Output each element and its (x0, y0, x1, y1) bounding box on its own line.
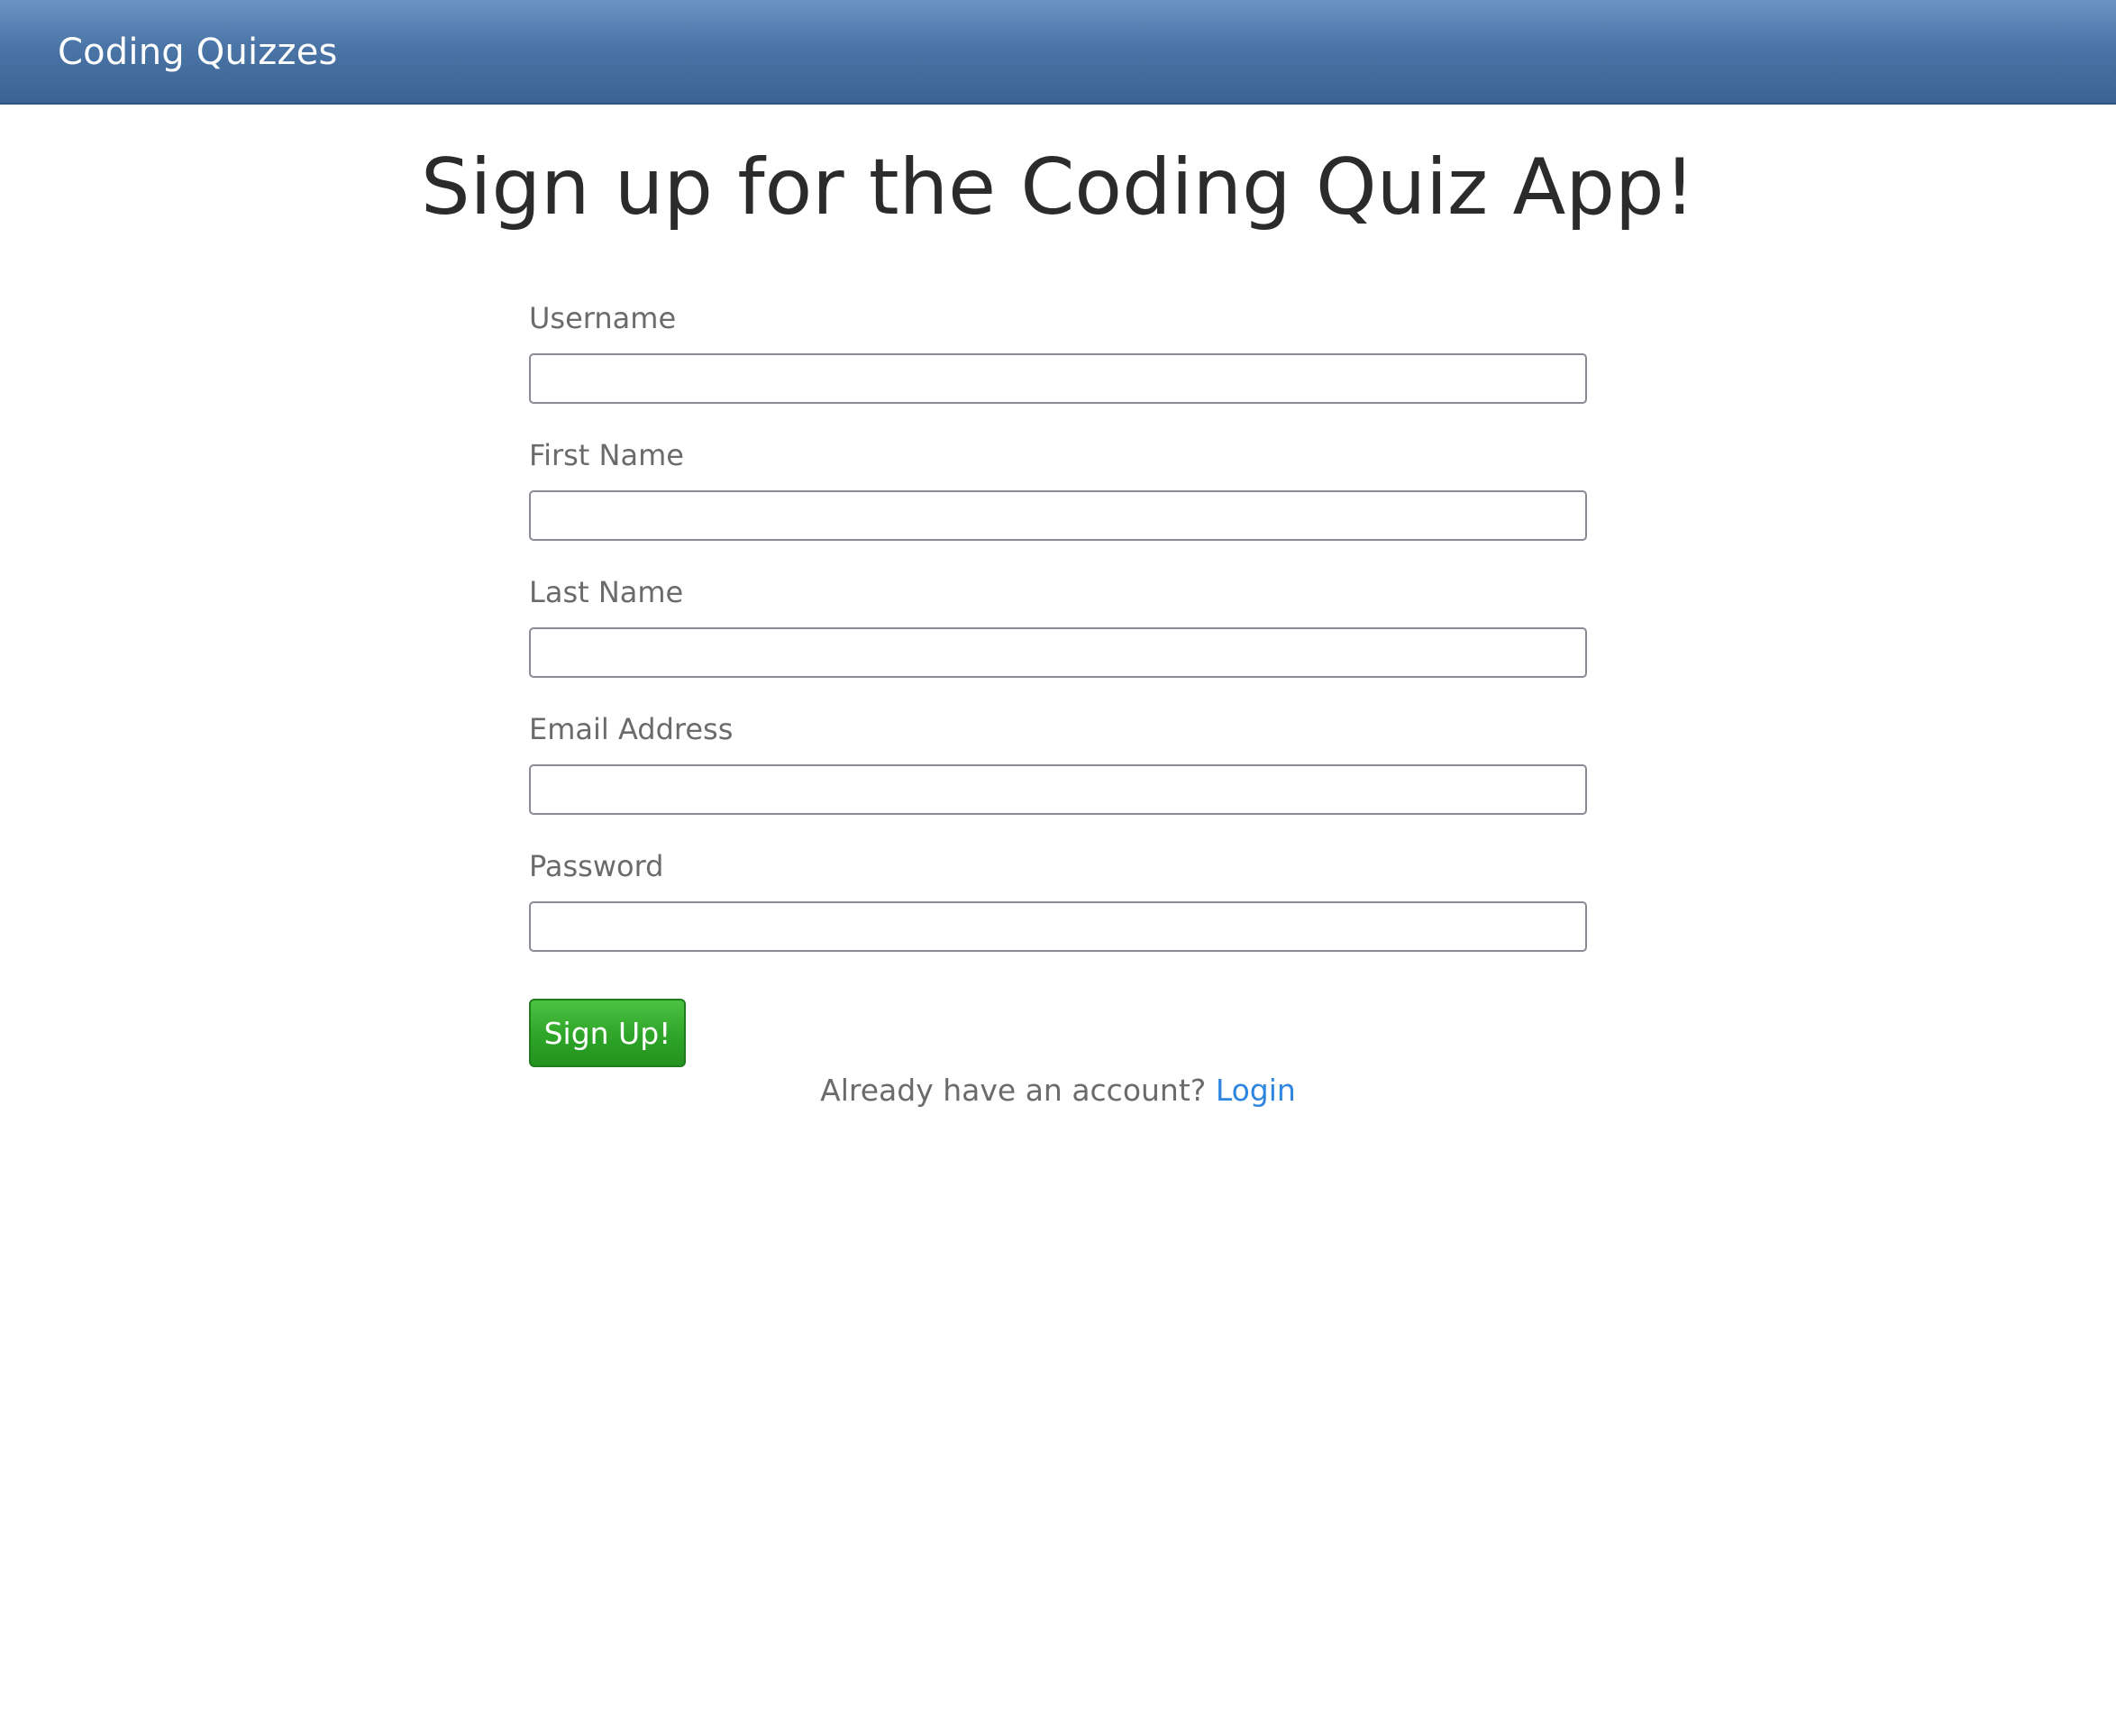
first-name-field-group: First Name (529, 434, 1587, 571)
email-input[interactable] (529, 764, 1587, 815)
last-name-input[interactable] (529, 627, 1587, 678)
sign-up-button[interactable]: Sign Up! (529, 999, 686, 1067)
first-name-label: First Name (529, 438, 684, 472)
username-field-group: Username (529, 297, 1587, 434)
username-label: Username (529, 301, 677, 335)
last-name-label: Last Name (529, 575, 684, 609)
top-navbar: Coding Quizzes (0, 0, 2116, 105)
email-field-group: Email Address (529, 708, 1587, 845)
login-prompt-text: Already have an account? (820, 1073, 1207, 1108)
signup-form: Username First Name Last Name Email Addr… (529, 297, 1587, 982)
login-prompt: Already have an account? Login (0, 1069, 2116, 1112)
login-link[interactable]: Login (1216, 1073, 1296, 1108)
username-input[interactable] (529, 353, 1587, 404)
last-name-field-group: Last Name (529, 571, 1587, 708)
first-name-input[interactable] (529, 490, 1587, 541)
navbar-brand-link[interactable]: Coding Quizzes (58, 27, 338, 78)
password-field-group: Password (529, 845, 1587, 982)
password-input[interactable] (529, 901, 1587, 952)
email-label: Email Address (529, 712, 734, 746)
password-label: Password (529, 849, 664, 883)
page-title: Sign up for the Coding Quiz App! (420, 142, 1696, 233)
